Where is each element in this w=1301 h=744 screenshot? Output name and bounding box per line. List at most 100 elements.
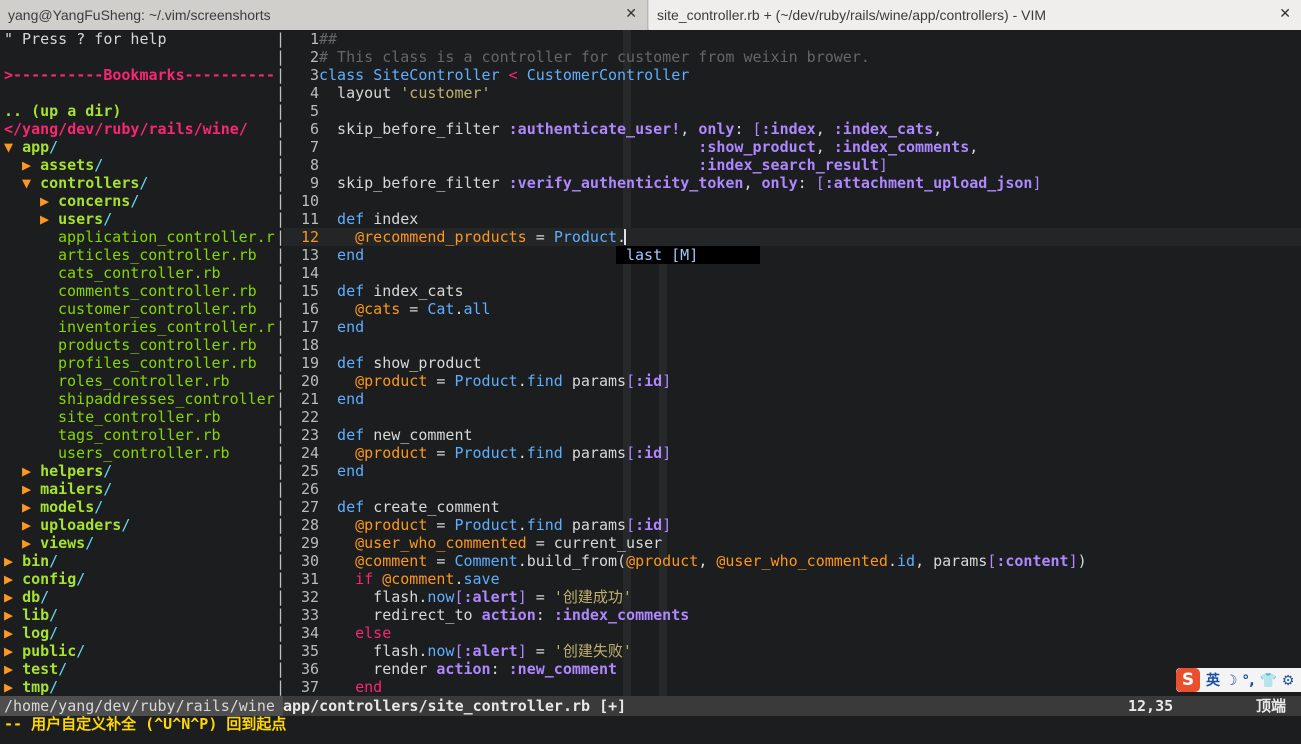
tree-file-item[interactable]: profiles_controller.rb xyxy=(58,354,257,372)
code-line[interactable]: 14 xyxy=(283,264,1301,282)
code-line[interactable]: 7 :show_product, :index_comments, xyxy=(283,138,1301,156)
tree-file-item[interactable]: customer_controller.rb xyxy=(58,300,257,318)
tree-file-item[interactable]: inventories_controller.r xyxy=(58,318,275,336)
code-line[interactable]: 4 layout 'customer' xyxy=(283,84,1301,102)
collapsed-arrow-icon[interactable]: ▶ xyxy=(4,660,13,678)
code-line[interactable]: 22 xyxy=(283,408,1301,426)
code-line[interactable]: 12 @recommend_products = Product. xyxy=(283,228,1301,246)
collapsed-arrow-icon[interactable]: ▶ xyxy=(4,624,13,642)
collapsed-arrow-icon[interactable]: ▶ xyxy=(4,588,13,606)
code-line[interactable]: 33 redirect_to action: :index_comments xyxy=(283,606,1301,624)
collapsed-arrow-icon[interactable]: ▶ xyxy=(22,498,31,516)
sogou-logo-icon[interactable]: S xyxy=(1176,668,1200,692)
code-line[interactable]: 26 xyxy=(283,480,1301,498)
terminal[interactable]: " Press ? for help >----------Bookmarks-… xyxy=(0,30,1301,744)
nerdtree-panel[interactable]: " Press ? for help >----------Bookmarks-… xyxy=(0,30,277,696)
tree-file-item[interactable]: comments_controller.rb xyxy=(58,282,257,300)
code-line[interactable]: 31 if @comment.save xyxy=(283,570,1301,588)
tree-dir-item[interactable]: ▶ lib/ xyxy=(4,606,58,624)
tree-file-item[interactable]: articles_controller.rb xyxy=(58,246,257,264)
tree-dir-item[interactable]: ▶ bin/ xyxy=(4,552,58,570)
code-line[interactable]: 8 :index_search_result] xyxy=(283,156,1301,174)
collapsed-arrow-icon[interactable]: ▶ xyxy=(22,516,31,534)
code-line[interactable]: 35 flash.now[:alert] = '创建失败' xyxy=(283,642,1301,660)
expanded-arrow-icon[interactable]: ▼ xyxy=(22,174,31,192)
collapsed-arrow-icon[interactable]: ▶ xyxy=(4,678,13,696)
tree-dir-item[interactable]: ▶ uploaders/ xyxy=(22,516,130,534)
tree-dir-item[interactable]: ▶ mailers/ xyxy=(22,480,112,498)
tree-file-item[interactable]: shipaddresses_controller xyxy=(58,390,275,408)
tree-dir-item[interactable]: ▶ helpers/ xyxy=(22,462,112,480)
collapsed-arrow-icon[interactable]: ▶ xyxy=(40,192,49,210)
code-line[interactable]: 19 def show_product xyxy=(283,354,1301,372)
editor-pane[interactable]: 1 ## 2 # This class is a controller for cus… xyxy=(283,30,1301,696)
code-line[interactable]: 15 def index_cats xyxy=(283,282,1301,300)
collapsed-arrow-icon[interactable]: ▶ xyxy=(4,552,13,570)
code-line[interactable]: 11 def index xyxy=(283,210,1301,228)
code-line[interactable]: 2 # This class is a controller for custom… xyxy=(283,48,1301,66)
tree-root-path[interactable]: </yang/dev/ruby/rails/wine/ xyxy=(4,120,248,138)
tree-dir-item[interactable]: ▶ public/ xyxy=(4,642,85,660)
code-line[interactable]: 13 end xyxy=(283,246,1301,264)
tree-dir-item[interactable]: ▶ views/ xyxy=(22,534,94,552)
code-line[interactable]: 24 @product = Product.find params[:id] xyxy=(283,444,1301,462)
tree-file-item[interactable]: application_controller.r xyxy=(58,228,275,246)
code-line[interactable]: 6 skip_before_filter :authenticate_user!… xyxy=(283,120,1301,138)
tree-dir-item[interactable]: ▼ controllers/ xyxy=(22,174,148,192)
tree-dir-item[interactable]: ▶ users/ xyxy=(40,210,112,228)
tree-file-item[interactable]: tags_controller.rb xyxy=(58,426,221,444)
code-line[interactable]: 3 class SiteController < CustomerControll… xyxy=(283,66,1301,84)
code-line[interactable]: 10 xyxy=(283,192,1301,210)
code-line[interactable]: 37 end xyxy=(283,678,1301,696)
code-line[interactable]: 18 xyxy=(283,336,1301,354)
collapsed-arrow-icon[interactable]: ▶ xyxy=(22,534,31,552)
code-line[interactable]: 27 def create_comment xyxy=(283,498,1301,516)
code-line[interactable]: 1 ## xyxy=(283,30,1301,48)
collapsed-arrow-icon[interactable]: ▶ xyxy=(22,462,31,480)
tree-dir-item[interactable]: ▶ test/ xyxy=(4,660,67,678)
completion-popup[interactable]: last [M] xyxy=(616,246,760,264)
code-line[interactable]: 25 end xyxy=(283,462,1301,480)
collapsed-arrow-icon[interactable]: ▶ xyxy=(4,642,13,660)
code-line[interactable]: 21 end xyxy=(283,390,1301,408)
close-icon[interactable]: ✕ xyxy=(1279,6,1291,22)
ime-toolbar[interactable]: S 英 ☽ °, 👕 ⚙ xyxy=(1176,668,1301,692)
tree-file-item[interactable]: products_controller.rb xyxy=(58,336,257,354)
collapsed-arrow-icon[interactable]: ▶ xyxy=(4,570,13,588)
collapsed-arrow-icon[interactable]: ▶ xyxy=(4,606,13,624)
tree-file-item[interactable]: users_controller.rb xyxy=(58,444,230,462)
code-line[interactable]: 29 @user_who_commented = current_user xyxy=(283,534,1301,552)
tree-dir-item[interactable]: ▶ tmp/ xyxy=(4,678,58,696)
code-line[interactable]: 20 @product = Product.find params[:id] xyxy=(283,372,1301,390)
collapsed-arrow-icon[interactable]: ▶ xyxy=(22,480,31,498)
code-line[interactable]: 36 render action: :new_comment xyxy=(283,660,1301,678)
ime-status[interactable]: 英 ☽ °, 👕 ⚙ xyxy=(1206,670,1294,690)
code-line[interactable]: 32 flash.now[:alert] = '创建成功' xyxy=(283,588,1301,606)
vertical-split[interactable]: | | | | | | | | | | | | | | | | | | | | | | | | | | | | | | | | | | | | | xyxy=(276,30,285,696)
code-line[interactable]: 9 skip_before_filter :verify_authenticit… xyxy=(283,174,1301,192)
tree-file-item[interactable]: cats_controller.rb xyxy=(58,264,221,282)
tree-dir-item[interactable]: ▶ models/ xyxy=(22,498,103,516)
collapsed-arrow-icon[interactable]: ▶ xyxy=(40,210,49,228)
tree-file-item[interactable]: roles_controller.rb xyxy=(58,372,230,390)
expanded-arrow-icon[interactable]: ▼ xyxy=(4,138,13,156)
tree-dir-item[interactable]: ▶ assets/ xyxy=(22,156,103,174)
code-line[interactable]: 16 @cats = Cat.all xyxy=(283,300,1301,318)
code-line[interactable]: 23 def new_comment xyxy=(283,426,1301,444)
code-line[interactable]: 28 @product = Product.find params[:id] xyxy=(283,516,1301,534)
completion-word[interactable]: last xyxy=(626,246,662,264)
bookmarks-header[interactable]: >----------Bookmarks---------- xyxy=(4,66,275,84)
code-line[interactable]: 34 else xyxy=(283,624,1301,642)
code-line[interactable]: 17 end xyxy=(283,318,1301,336)
tab-vim[interactable]: site_controller.rb + (~/dev/ruby/rails/w… xyxy=(649,0,1301,30)
tree-dir-item[interactable]: ▼ app/ xyxy=(4,138,58,156)
collapsed-arrow-icon[interactable]: ▶ xyxy=(22,156,31,174)
tree-dir-item[interactable]: ▶ config/ xyxy=(4,570,85,588)
code-line[interactable]: 30 @comment = Comment.build_from(@produc… xyxy=(283,552,1301,570)
tree-file-item[interactable]: site_controller.rb xyxy=(58,408,221,426)
tree-dir-item[interactable]: ▶ db/ xyxy=(4,588,49,606)
close-icon[interactable]: ✕ xyxy=(625,6,637,22)
tree-dir-item[interactable]: ▶ concerns/ xyxy=(40,192,139,210)
tab-terminal[interactable]: yang@YangFuSheng: ~/.vim/screenshorts ✕ xyxy=(0,0,648,30)
tree-dir-item[interactable]: ▶ log/ xyxy=(4,624,58,642)
